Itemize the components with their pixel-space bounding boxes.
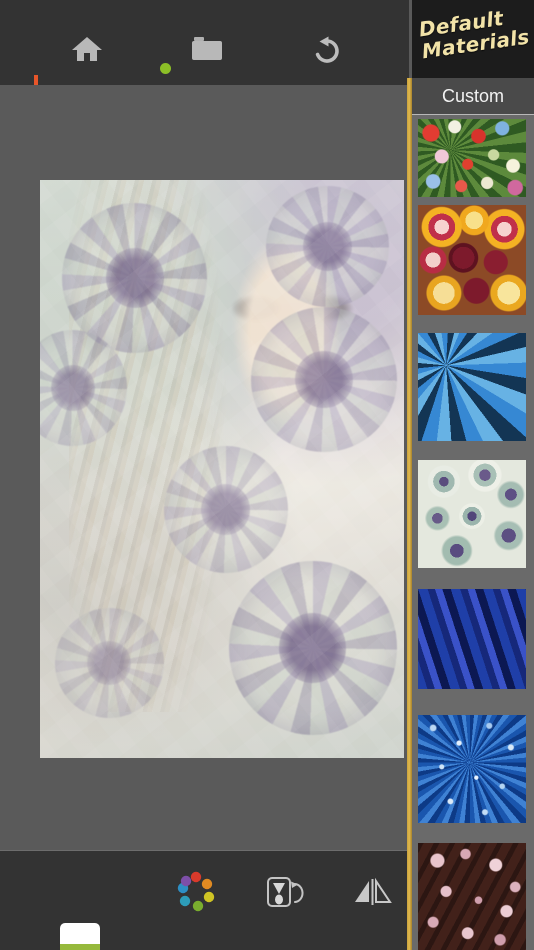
material-thumb-image — [418, 460, 526, 568]
material-thumb-image — [418, 715, 526, 823]
materials-panel-title: Default Materials — [417, 4, 531, 63]
material-thumb-image — [418, 205, 526, 315]
folder-icon — [190, 35, 224, 68]
artwork-sheen-overlay — [40, 180, 404, 758]
material-thumb-blue-glitter[interactable] — [418, 715, 526, 823]
artwork-composite — [40, 180, 404, 758]
rotate-canvas-button[interactable] — [258, 868, 314, 920]
material-thumb-succulents[interactable] — [418, 460, 526, 568]
open-button[interactable] — [182, 30, 232, 72]
material-thumb-image — [418, 333, 526, 441]
materials-panel-header: Default Materials — [412, 0, 534, 78]
material-thumb-blue-leaves[interactable] — [418, 333, 526, 441]
material-thumb-flowers[interactable] — [418, 119, 526, 197]
app-root: Default Materials Custom — [0, 0, 534, 950]
material-thumb-image — [418, 589, 526, 689]
color-palette-button[interactable] — [168, 868, 224, 920]
undo-icon — [311, 34, 343, 69]
tool-preview-cap — [60, 923, 100, 945]
canvas-workarea[interactable] — [0, 85, 409, 850]
active-tool-preview[interactable] — [60, 923, 100, 950]
mirror-button[interactable] — [345, 868, 401, 920]
home-icon — [70, 34, 104, 69]
materials-thumbnail-list[interactable] — [412, 115, 534, 950]
material-thumb-blossoms[interactable] — [418, 843, 526, 950]
status-dot-indicator[interactable] — [160, 63, 171, 74]
tool-preview-body — [60, 944, 100, 950]
top-toolbar — [0, 0, 409, 85]
tab-custom[interactable]: Custom — [412, 78, 534, 115]
material-thumb-image — [418, 843, 526, 950]
material-thumb-fruit[interactable] — [418, 205, 526, 315]
mirror-flip-icon — [352, 877, 394, 912]
material-thumb-image — [418, 119, 526, 197]
materials-panel: Default Materials Custom — [412, 0, 534, 950]
rotate-canvas-icon — [265, 875, 307, 914]
undo-button[interactable] — [302, 30, 352, 72]
artwork-canvas[interactable] — [40, 180, 404, 758]
home-button[interactable] — [62, 30, 112, 72]
color-wheel-icon — [173, 869, 219, 920]
material-thumb-letterpress[interactable] — [418, 589, 526, 689]
